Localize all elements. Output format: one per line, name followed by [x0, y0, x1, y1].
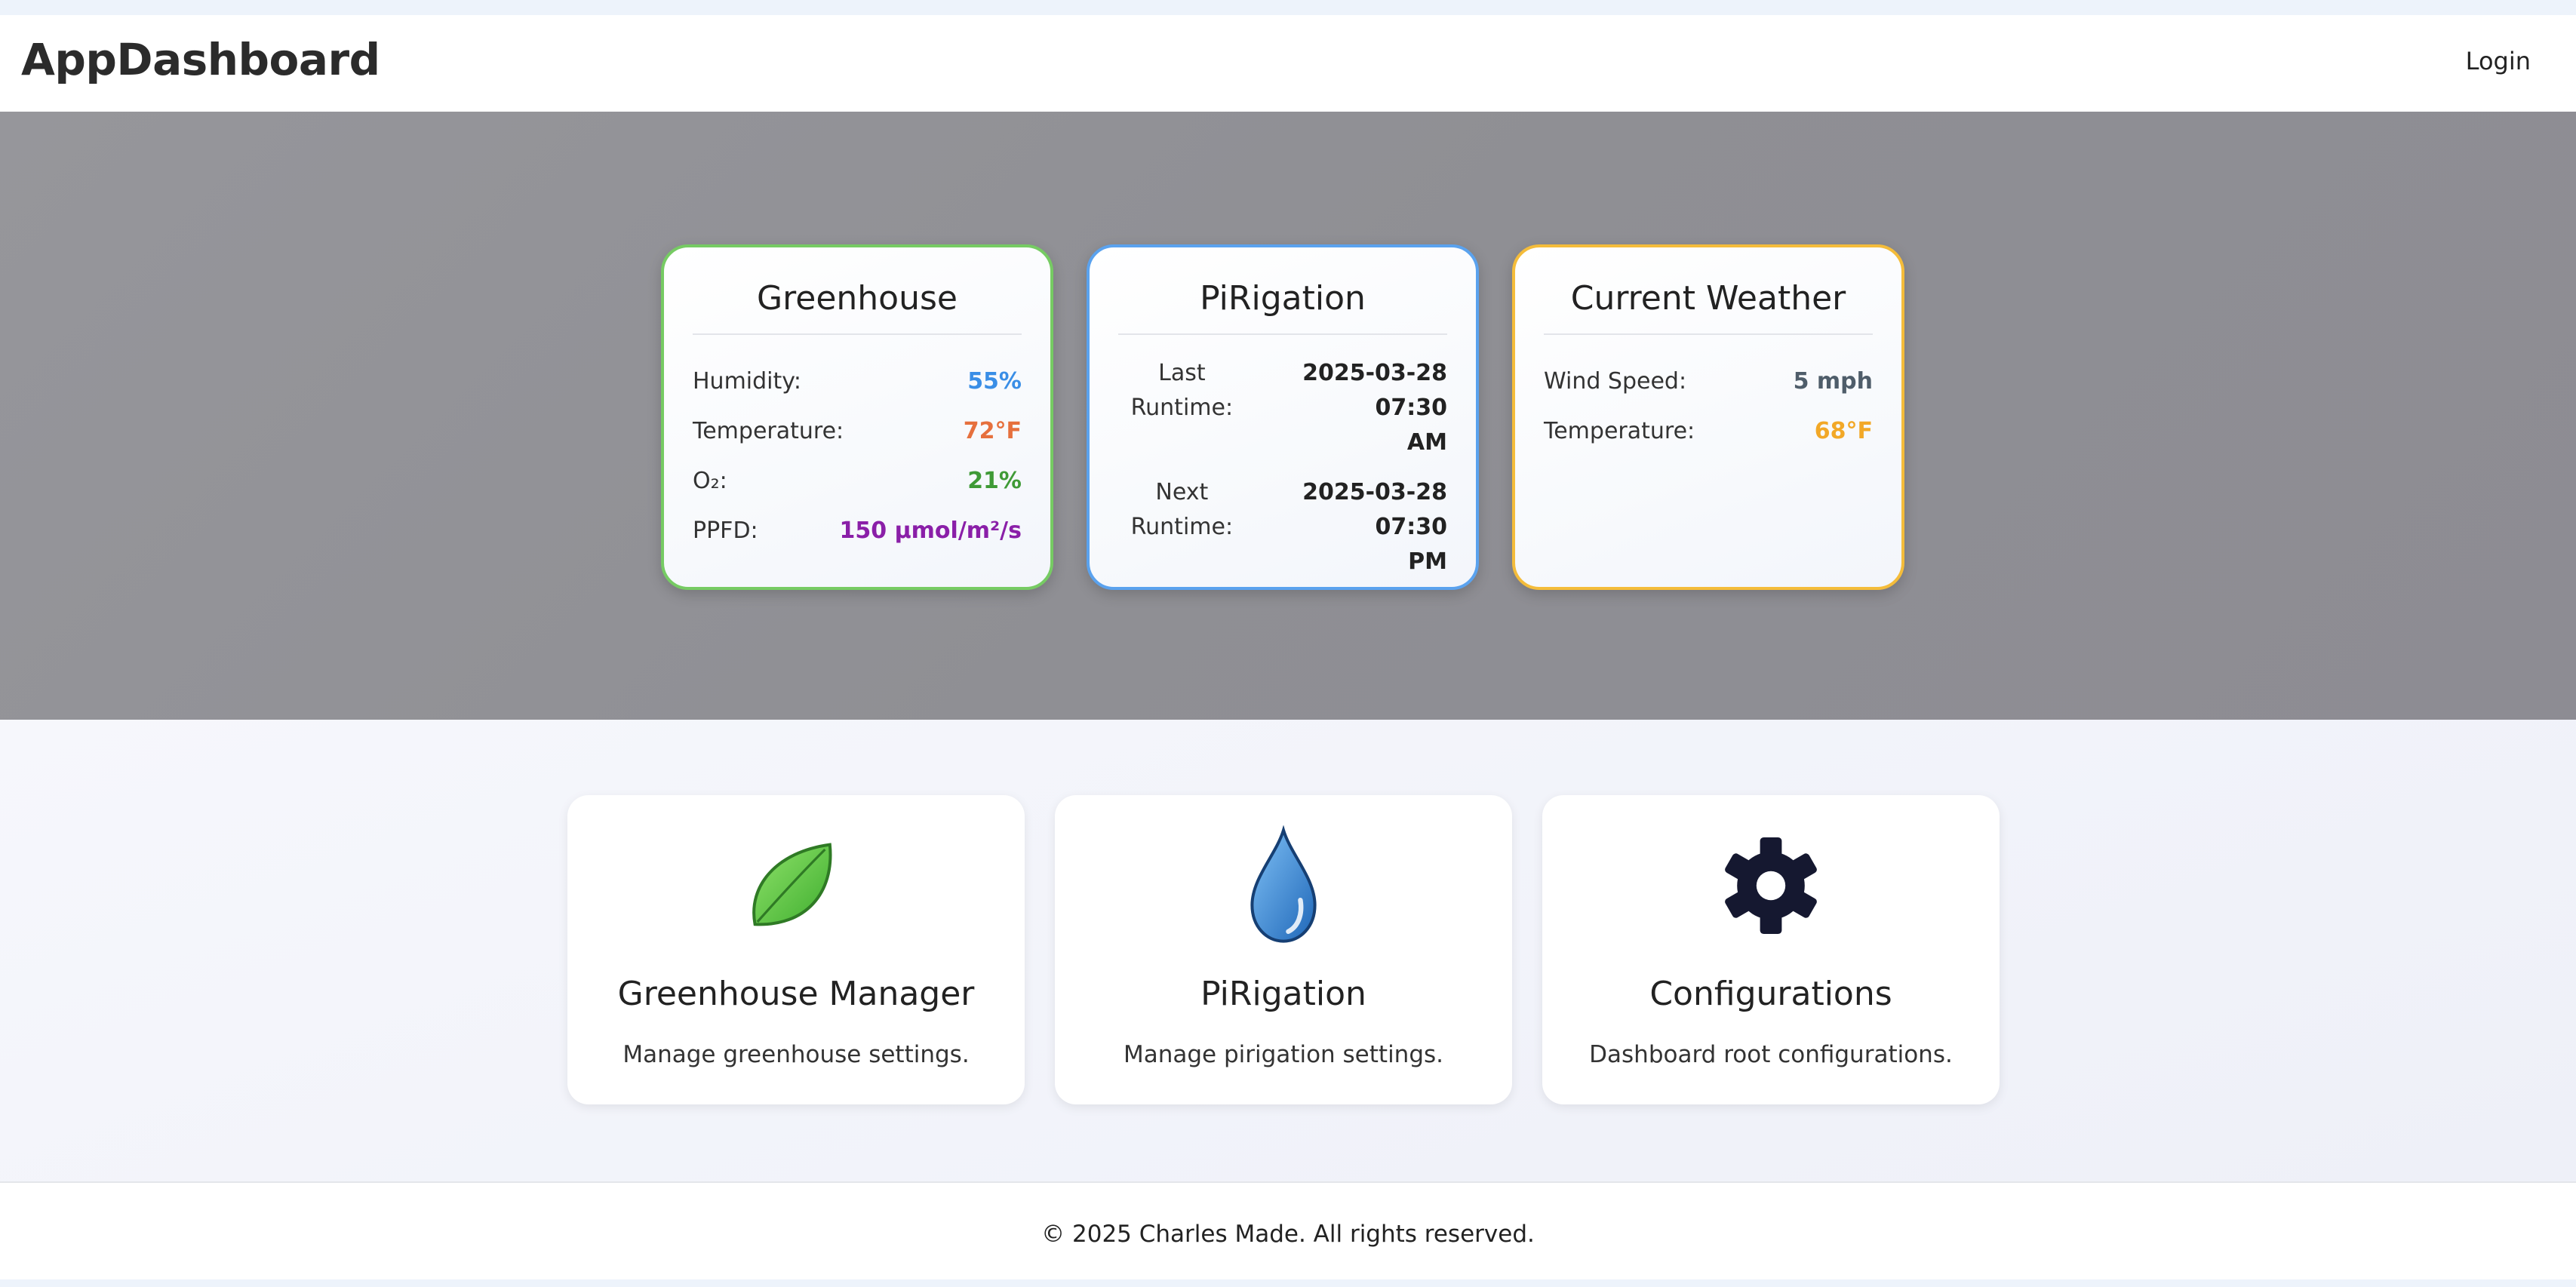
- weather-temperature-metric: Temperature: 68°F: [1544, 406, 1873, 456]
- greenhouse-manager-description: Manage greenhouse settings.: [622, 1041, 970, 1068]
- gear-icon: [1725, 837, 1817, 934]
- last-runtime-value: 2025-03-28 07:30 AM: [1302, 360, 1447, 456]
- greenhouse-status-card: Greenhouse Humidity: 55% Temperature: 72…: [661, 244, 1053, 590]
- oxygen-metric: O₂: 21%: [693, 456, 1022, 505]
- footer: © 2025 Charles Made. All rights reserved…: [0, 1181, 2576, 1279]
- weather-card-title: Current Weather: [1544, 280, 1873, 336]
- pirigation-app-card[interactable]: PiRigation Manage pirigation settings.: [1055, 795, 1512, 1104]
- pirigation-status-card: PiRigation Last Runtime: 2025-03-28 07:30…: [1087, 244, 1479, 590]
- humidity-value: 55%: [967, 367, 1022, 395]
- next-runtime-value: 2025-03-28 07:30 PM: [1302, 479, 1447, 576]
- humidity-metric: Humidity: 55%: [693, 356, 1022, 406]
- humidity-label: Humidity:: [693, 367, 801, 395]
- last-runtime-label: Last Runtime:: [1130, 360, 1234, 422]
- pirigation-app-title: PiRigation: [1200, 975, 1366, 1013]
- oxygen-label: O₂:: [693, 467, 727, 494]
- top-navbar: AppDashboard Login: [0, 15, 2576, 112]
- next-runtime-label: Next Runtime:: [1130, 479, 1234, 541]
- login-link[interactable]: Login: [2466, 47, 2531, 75]
- greenhouse-temperature-metric: Temperature: 72°F: [693, 406, 1022, 456]
- last-runtime-row: Last Runtime: 2025-03-28 07:30 AM: [1118, 356, 1447, 460]
- copyright-text: © 2025 Charles Made. All rights reserved…: [1041, 1221, 1535, 1248]
- weather-temperature-label: Temperature:: [1544, 417, 1695, 444]
- configurations-title: Configurations: [1649, 975, 1892, 1013]
- water-drop-icon: [1250, 825, 1317, 943]
- ppfd-label: PPFD:: [693, 517, 758, 544]
- brand-logo[interactable]: AppDashboard: [21, 35, 380, 84]
- configurations-description: Dashboard root configurations.: [1589, 1041, 1953, 1068]
- oxygen-value: 21%: [967, 467, 1022, 494]
- leaf-icon: [752, 843, 832, 926]
- greenhouse-temperature-label: Temperature:: [693, 417, 844, 444]
- weather-temperature-value: 68°F: [1814, 417, 1873, 444]
- greenhouse-manager-card[interactable]: Greenhouse Manager Manage greenhouse set…: [567, 795, 1025, 1104]
- configurations-card[interactable]: Configurations Dashboard root configurat…: [1542, 795, 2000, 1104]
- greenhouse-temperature-value: 72°F: [963, 417, 1022, 444]
- ppfd-value: 150 µmol/m²/s: [839, 517, 1022, 544]
- wind-speed-metric: Wind Speed: 5 mph: [1544, 356, 1873, 406]
- pirigation-card-title: PiRigation: [1118, 280, 1447, 336]
- weather-status-card: Current Weather Wind Speed: 5 mph Temper…: [1512, 244, 1904, 590]
- wind-speed-label: Wind Speed:: [1544, 367, 1687, 395]
- greenhouse-card-title: Greenhouse: [693, 280, 1022, 336]
- wind-speed-value: 5 mph: [1793, 367, 1873, 395]
- ppfd-metric: PPFD: 150 µmol/m²/s: [693, 505, 1022, 555]
- apps-section: Greenhouse Manager Manage greenhouse set…: [0, 720, 2576, 1181]
- pirigation-app-description: Manage pirigation settings.: [1123, 1041, 1444, 1068]
- page: AppDashboard Login Greenhouse Humidity: …: [0, 15, 2576, 1282]
- next-runtime-row: Next Runtime: 2025-03-28 07:30 PM: [1118, 475, 1447, 579]
- status-hero: Greenhouse Humidity: 55% Temperature: 72…: [0, 112, 2576, 720]
- greenhouse-manager-title: Greenhouse Manager: [617, 975, 975, 1013]
